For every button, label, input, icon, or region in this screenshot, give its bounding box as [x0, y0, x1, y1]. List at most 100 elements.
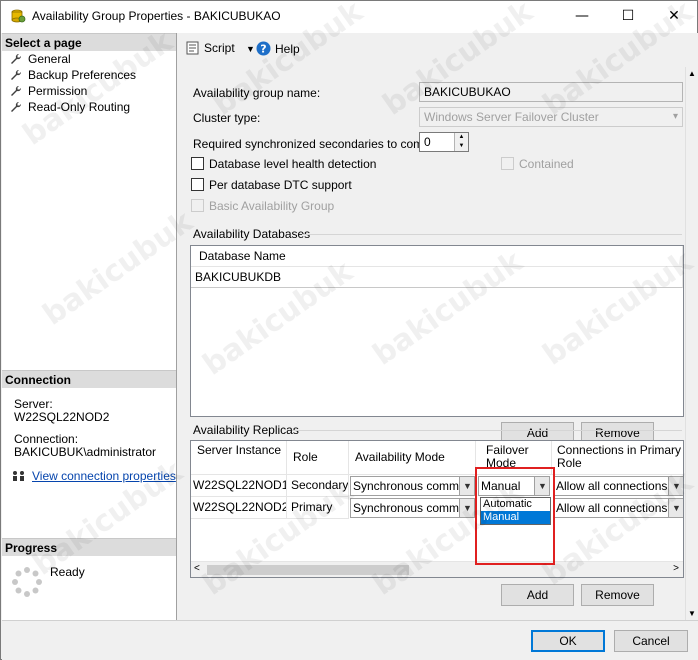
progress-header: Progress [2, 538, 176, 556]
wrench-icon [11, 101, 22, 112]
chevron-down-icon[interactable]: ▼ [459, 499, 474, 517]
wrench-icon [11, 85, 22, 96]
table-row[interactable]: BAKICUBUKDB [191, 267, 683, 288]
replica-row-2-role[interactable]: Primary [287, 497, 349, 519]
help-icon: ? [256, 41, 271, 56]
page-backup-preferences[interactable]: Backup Preferences [10, 67, 136, 83]
page-backup-preferences-label: Backup Preferences [28, 68, 137, 82]
replicas-remove-button[interactable]: Remove [581, 584, 654, 606]
failover-mode-dropdown-list: Automatic Manual [480, 497, 551, 525]
db-health-checkbox[interactable] [191, 157, 204, 170]
script-label: Script [204, 41, 235, 55]
cluster-type-value: Windows Server Failover Cluster [424, 110, 599, 124]
req-sync-label: Required synchronized secondaries to com… [193, 137, 443, 151]
replica-row-2-connections-select[interactable]: Allow all connections ▼ [553, 498, 683, 518]
stepper-buttons[interactable]: ▲ ▼ [454, 133, 468, 151]
maximize-button[interactable]: ☐ [605, 1, 651, 31]
connection-label: Connection: [14, 432, 79, 446]
scroll-up-icon[interactable]: ▲ [688, 69, 696, 78]
availability-mode-header[interactable]: Availability Mode [349, 441, 476, 475]
replicas-add-button[interactable]: Add [501, 584, 574, 606]
page-permission[interactable]: Permission [10, 83, 87, 99]
replica-row-2-mode: Synchronous commit [353, 501, 466, 515]
toolbar: Script ▼ ? Help [178, 33, 698, 63]
replicas-horizontal-scrollbar[interactable]: < > [191, 561, 683, 577]
database-icon [11, 9, 26, 23]
connection-icon [13, 471, 24, 481]
view-connection-properties-link[interactable]: View connection properties [32, 469, 176, 483]
role-header[interactable]: Role [287, 441, 349, 475]
chevron-down-icon[interactable]: ▼ [246, 44, 255, 54]
failover-option-automatic[interactable]: Automatic [481, 498, 550, 511]
per-db-dtc-checkbox[interactable] [191, 178, 204, 191]
script-button[interactable]: Script ▼ [186, 41, 255, 55]
cancel-button[interactable]: Cancel [614, 630, 688, 652]
connections-primary-header[interactable]: Connections in Primary Role [552, 441, 683, 475]
left-pane: Select a page General Backup Preferences… [2, 33, 177, 620]
help-label: Help [275, 42, 300, 56]
chevron-down-icon[interactable]: ▼ [668, 499, 683, 517]
minimize-button[interactable]: — [559, 1, 605, 31]
contained-label: Contained [519, 157, 574, 171]
connection-value: BAKICUBUK\administrator [14, 445, 157, 459]
database-name-header[interactable]: Database Name [191, 246, 683, 267]
per-db-dtc-label: Per database DTC support [209, 178, 352, 192]
replica-row-2-connections: Allow all connections [556, 501, 668, 515]
chevron-down-icon: ▾ [672, 111, 678, 122]
dialog-footer: OK Cancel [2, 620, 698, 660]
spin-down-icon[interactable]: ▼ [455, 142, 468, 151]
replicas-section-label: Availability Replicas [193, 423, 299, 437]
req-sync-value: 0 [424, 135, 431, 149]
ag-name-label: Availability group name: [193, 86, 321, 100]
wrench-icon [11, 69, 22, 80]
ok-button[interactable]: OK [531, 630, 605, 652]
replica-row-1-role[interactable]: Secondary [287, 475, 349, 497]
spin-up-icon[interactable]: ▲ [455, 133, 468, 142]
db-health-label: Database level health detection [209, 157, 377, 171]
page-permission-label: Permission [28, 84, 88, 98]
svg-text:?: ? [260, 43, 266, 56]
basic-ag-label: Basic Availability Group [209, 199, 335, 213]
page-general[interactable]: General [10, 51, 71, 67]
progress-spinner-icon [12, 567, 42, 597]
ag-name-field[interactable]: BAKICUBUKAO [419, 82, 683, 102]
close-button[interactable]: ✕ [651, 1, 697, 31]
cluster-type-label: Cluster type: [193, 111, 261, 125]
failover-mode-header[interactable]: Failover Mode [476, 441, 552, 475]
view-connection-properties[interactable]: View connection properties [12, 469, 176, 483]
scroll-right-icon[interactable]: > [673, 563, 679, 574]
scrollbar-thumb[interactable] [207, 565, 409, 575]
replica-row-2-mode-select[interactable]: Synchronous commit ▼ [350, 498, 475, 518]
select-page-header: Select a page [2, 33, 176, 51]
cluster-type-select[interactable]: Windows Server Failover Cluster ▾ [419, 107, 683, 127]
main-vertical-scrollbar[interactable]: ▲ ▼ [685, 67, 698, 620]
page-read-only-routing-label: Read-Only Routing [28, 100, 131, 114]
basic-ag-checkbox[interactable] [191, 199, 204, 212]
replica-row-1-connections: Allow all connections [556, 479, 668, 493]
replica-row-2-server[interactable]: W22SQL22NOD2 [191, 497, 287, 519]
databases-section-label: Availability Databases [193, 227, 311, 241]
page-general-label: General [28, 52, 71, 66]
replicas-grid: Server Instance Role Availability Mode F… [190, 440, 684, 578]
replica-row-1-failover-select[interactable]: Manual ▼ [478, 476, 550, 496]
replica-row-1-server[interactable]: W22SQL22NOD1 [191, 475, 287, 497]
main-pane: Script ▼ ? Help Availability group name:… [178, 33, 698, 620]
page-read-only-routing[interactable]: Read-Only Routing [10, 99, 130, 115]
chevron-down-icon[interactable]: ▼ [459, 477, 474, 495]
scroll-left-icon[interactable]: < [194, 563, 200, 574]
script-icon [186, 41, 199, 55]
req-sync-stepper[interactable]: 0 ▲ ▼ [419, 132, 469, 152]
server-instance-header[interactable]: Server Instance [191, 441, 287, 475]
scroll-down-icon[interactable]: ▼ [688, 609, 696, 618]
replica-row-1-mode-select[interactable]: Synchronous commit ▼ [350, 476, 475, 496]
replica-row-1-mode: Synchronous commit [353, 479, 466, 493]
failover-option-manual[interactable]: Manual [481, 511, 550, 524]
contained-checkbox[interactable] [501, 157, 514, 170]
chevron-down-icon[interactable]: ▼ [668, 477, 683, 495]
server-value: W22SQL22NOD2 [14, 410, 110, 424]
progress-status: Ready [50, 565, 85, 579]
replica-row-1-connections-select[interactable]: Allow all connections ▼ [553, 476, 683, 496]
connection-header: Connection [2, 370, 176, 388]
chevron-down-icon[interactable]: ▼ [534, 477, 549, 495]
help-button[interactable]: ? Help [256, 41, 300, 56]
